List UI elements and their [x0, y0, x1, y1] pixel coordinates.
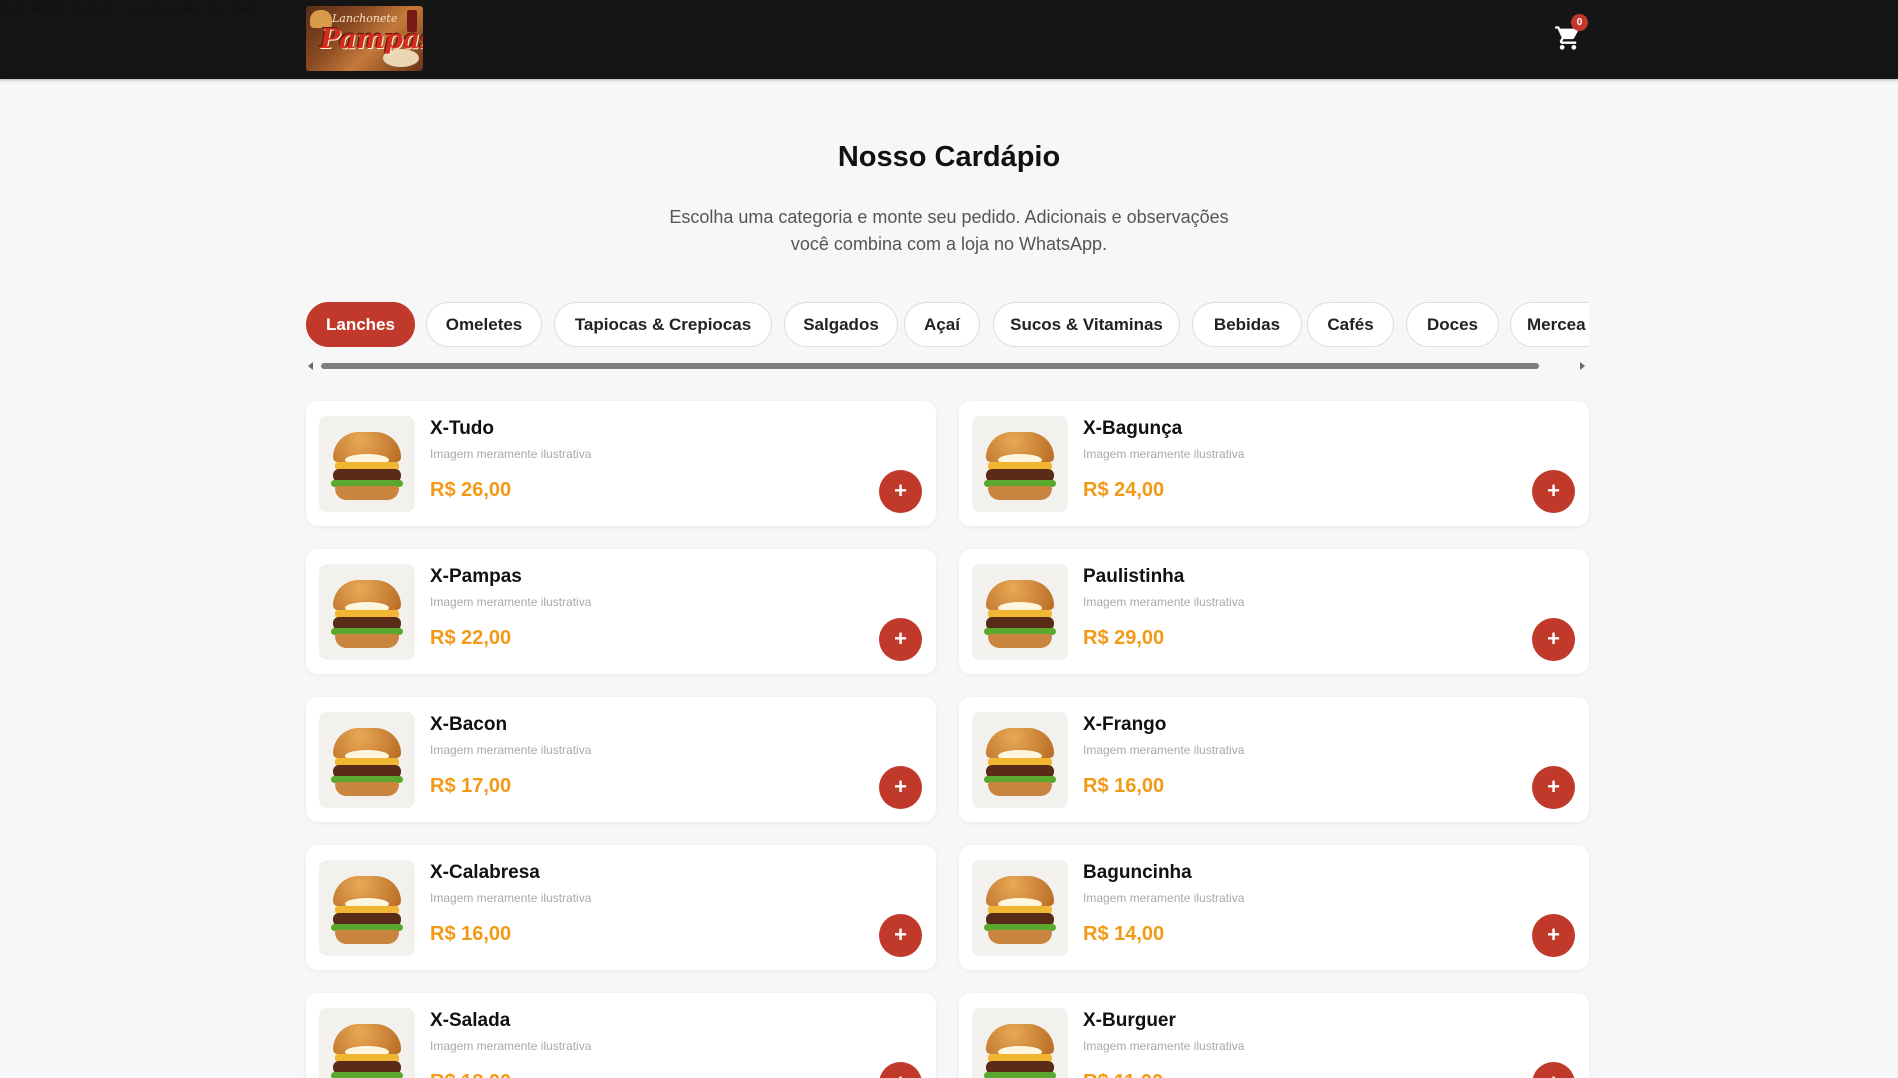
subtitle-line-1: Escolha uma categoria e monte seu pedido… — [669, 207, 1229, 227]
tab-bebidas[interactable]: Bebidas — [1192, 302, 1302, 347]
add-to-cart-button[interactable]: + — [879, 914, 922, 957]
burger-bottom-bun-graphic — [988, 486, 1052, 500]
burger-bottom-bun-graphic — [988, 930, 1052, 944]
product-image — [319, 860, 415, 956]
product-image — [319, 564, 415, 660]
product-name: X-Burguer — [1083, 1010, 1176, 1031]
product-image — [319, 1008, 415, 1078]
product-name: X-Frango — [1083, 714, 1167, 735]
add-to-cart-button[interactable]: + — [879, 470, 922, 513]
product-price: R$ 18,00 — [430, 1071, 511, 1078]
product-price: R$ 24,00 — [1083, 479, 1165, 501]
product-note: Imagem meramente ilustrativa — [430, 595, 592, 609]
product-name: X-Salada — [430, 1010, 511, 1031]
tab-lanches[interactable]: Lanches — [306, 302, 415, 347]
product-card[interactable]: X-Frango Imagem meramente ilustrativa R$… — [959, 697, 1589, 822]
logo[interactable]: Lanchonete Pampas — [306, 6, 423, 71]
tab-cafes[interactable]: Cafés — [1307, 302, 1394, 347]
category-tabs: Lanches Omeletes Tapiocas & Crepiocas Sa… — [306, 302, 1589, 348]
add-to-cart-button[interactable]: + — [1532, 618, 1575, 661]
tab-sucos-vitaminas[interactable]: Sucos & Vitaminas — [993, 302, 1180, 347]
add-to-cart-button[interactable]: + — [1532, 766, 1575, 809]
product-card[interactable]: X-Salada Imagem meramente ilustrativa R$… — [306, 993, 936, 1078]
product-image — [972, 712, 1068, 808]
product-card[interactable]: X-Calabresa Imagem meramente ilustrativa… — [306, 845, 936, 970]
nav-sobre[interactable]: Sobre — [69, 0, 112, 17]
product-card[interactable]: Baguncinha Imagem meramente ilustrativa … — [959, 845, 1589, 970]
product-price: R$ 16,00 — [1083, 775, 1165, 797]
burger-bottom-bun-graphic — [335, 782, 399, 796]
product-price: R$ 22,00 — [430, 627, 512, 649]
tab-doces[interactable]: Doces — [1406, 302, 1499, 347]
tab-acai[interactable]: Açaí — [904, 302, 980, 347]
product-name: Baguncinha — [1083, 862, 1192, 883]
category-scrollbar[interactable] — [306, 359, 1589, 371]
product-image — [972, 860, 1068, 956]
product-note: Imagem meramente ilustrativa — [1083, 1039, 1245, 1053]
product-note: Imagem meramente ilustrativa — [1083, 595, 1245, 609]
burger-bottom-bun-graphic — [335, 634, 399, 648]
add-to-cart-button[interactable]: + — [879, 1062, 922, 1078]
add-to-cart-button[interactable]: + — [1532, 914, 1575, 957]
product-price: R$ 29,00 — [1083, 627, 1165, 649]
product-card[interactable]: X-Bacon Imagem meramente ilustrativa R$ … — [306, 697, 936, 822]
burger-bottom-bun-graphic — [335, 930, 399, 944]
product-price: R$ 17,00 — [430, 775, 512, 797]
product-note: Imagem meramente ilustrativa — [430, 891, 592, 905]
add-to-cart-button[interactable]: + — [1532, 470, 1575, 513]
product-image — [972, 564, 1068, 660]
page-title: Nosso Cardápio — [837, 141, 1061, 173]
tab-omeletes[interactable]: Omeletes — [426, 302, 542, 347]
product-card[interactable]: X-Burguer Imagem meramente ilustrativa R… — [959, 993, 1589, 1078]
add-to-cart-button[interactable]: + — [879, 618, 922, 661]
nav-localizacao[interactable]: Localização — [117, 0, 202, 17]
product-note: Imagem meramente ilustrativa — [1083, 743, 1245, 757]
subtitle-line-2: você combina com a loja no WhatsApp. — [790, 234, 1108, 254]
product-image — [319, 712, 415, 808]
product-name: X-Pampas — [430, 566, 522, 587]
product-note: Imagem meramente ilustrativa — [430, 1039, 592, 1053]
product-note: Imagem meramente ilustrativa — [430, 447, 592, 461]
tab-salgados[interactable]: Salgados — [784, 302, 898, 347]
scrollbar-thumb[interactable] — [321, 363, 1539, 369]
burger-bottom-bun-graphic — [988, 782, 1052, 796]
burger-bottom-bun-graphic — [988, 634, 1052, 648]
tab-mercearia[interactable]: Mercea — [1510, 302, 1589, 347]
product-image — [972, 1008, 1068, 1078]
product-note: Imagem meramente ilustrativa — [430, 743, 592, 757]
page-subtitle: Escolha uma categoria e monte seu pedido… — [0, 204, 1898, 258]
add-to-cart-button[interactable]: + — [1532, 1062, 1575, 1078]
tab-tapiocas-crepiocas[interactable]: Tapiocas & Crepiocas — [554, 302, 772, 347]
product-name: X-Bacon — [430, 714, 508, 735]
product-card[interactable]: X-Tudo Imagem meramente ilustrativa R$ 2… — [306, 401, 936, 526]
nav-contato[interactable]: Contato — [206, 0, 262, 17]
product-image — [972, 416, 1068, 512]
cart-count-badge: 0 — [1571, 14, 1588, 31]
product-card[interactable]: X-Bagunça Imagem meramente ilustrativa R… — [959, 401, 1589, 526]
product-card[interactable]: Paulistinha Imagem meramente ilustrativa… — [959, 549, 1589, 674]
product-note: Imagem meramente ilustrativa — [1083, 447, 1245, 461]
product-price: R$ 14,00 — [1083, 923, 1165, 945]
logo-text-line2: Pampas — [320, 24, 423, 55]
burger-bottom-bun-graphic — [335, 486, 399, 500]
top-navbar: Lanchonete Pampas Cardápio Sobre Localiz… — [0, 0, 1898, 79]
product-price: R$ 16,00 — [430, 923, 512, 945]
product-image — [319, 416, 415, 512]
product-name: X-Bagunça — [1083, 418, 1183, 439]
add-to-cart-button[interactable]: + — [879, 766, 922, 809]
nav-cardapio[interactable]: Cardápio — [0, 0, 65, 17]
product-note: Imagem meramente ilustrativa — [1083, 891, 1245, 905]
scroll-right-arrow-icon[interactable] — [1580, 362, 1585, 370]
product-name: X-Calabresa — [430, 862, 540, 883]
scroll-left-arrow-icon[interactable] — [308, 362, 313, 370]
product-name: Paulistinha — [1083, 566, 1185, 587]
product-card[interactable]: X-Pampas Imagem meramente ilustrativa R$… — [306, 549, 936, 674]
product-name: X-Tudo — [430, 418, 495, 439]
product-price: R$ 11,00 — [1083, 1071, 1163, 1078]
product-price: R$ 26,00 — [430, 479, 512, 501]
